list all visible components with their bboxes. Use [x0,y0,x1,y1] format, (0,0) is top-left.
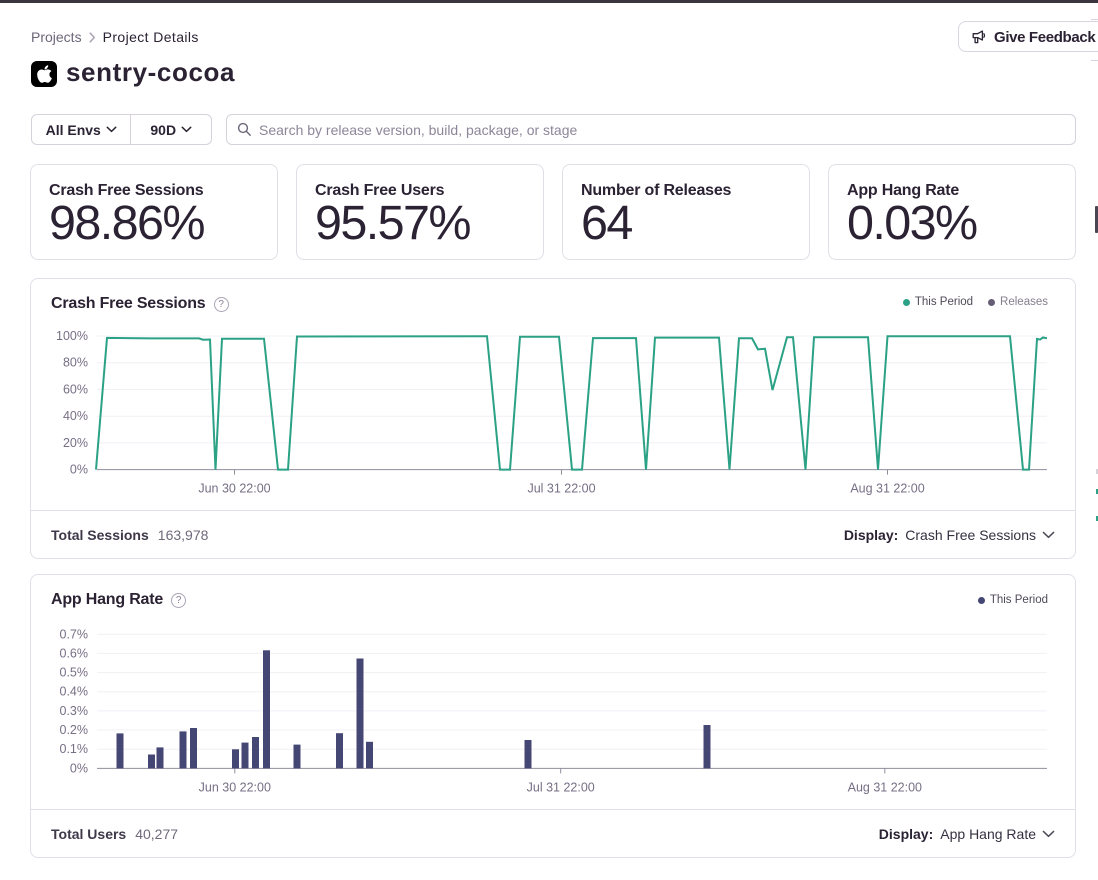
svg-text:0.2%: 0.2% [60,723,89,737]
svg-text:Jun 30 22:00: Jun 30 22:00 [198,482,270,496]
svg-text:0.7%: 0.7% [60,627,89,641]
svg-text:80%: 80% [63,356,88,370]
svg-text:20%: 20% [63,436,88,450]
svg-text:Aug 31 22:00: Aug 31 22:00 [848,781,922,795]
svg-text:0.6%: 0.6% [60,646,89,660]
svg-text:0.5%: 0.5% [60,666,89,680]
svg-text:0%: 0% [70,761,88,775]
svg-text:0.1%: 0.1% [60,742,89,756]
svg-text:Jul 31 22:00: Jul 31 22:00 [527,781,595,795]
svg-text:0.3%: 0.3% [60,704,89,718]
svg-text:Aug 31 22:00: Aug 31 22:00 [850,482,924,496]
svg-text:0.4%: 0.4% [60,685,89,699]
svg-text:40%: 40% [63,409,88,423]
svg-text:Jul 31 22:00: Jul 31 22:00 [527,482,595,496]
svg-text:Jun 30 22:00: Jun 30 22:00 [199,781,271,795]
svg-text:0%: 0% [70,463,88,477]
svg-text:100%: 100% [56,329,88,343]
svg-text:60%: 60% [63,382,88,396]
